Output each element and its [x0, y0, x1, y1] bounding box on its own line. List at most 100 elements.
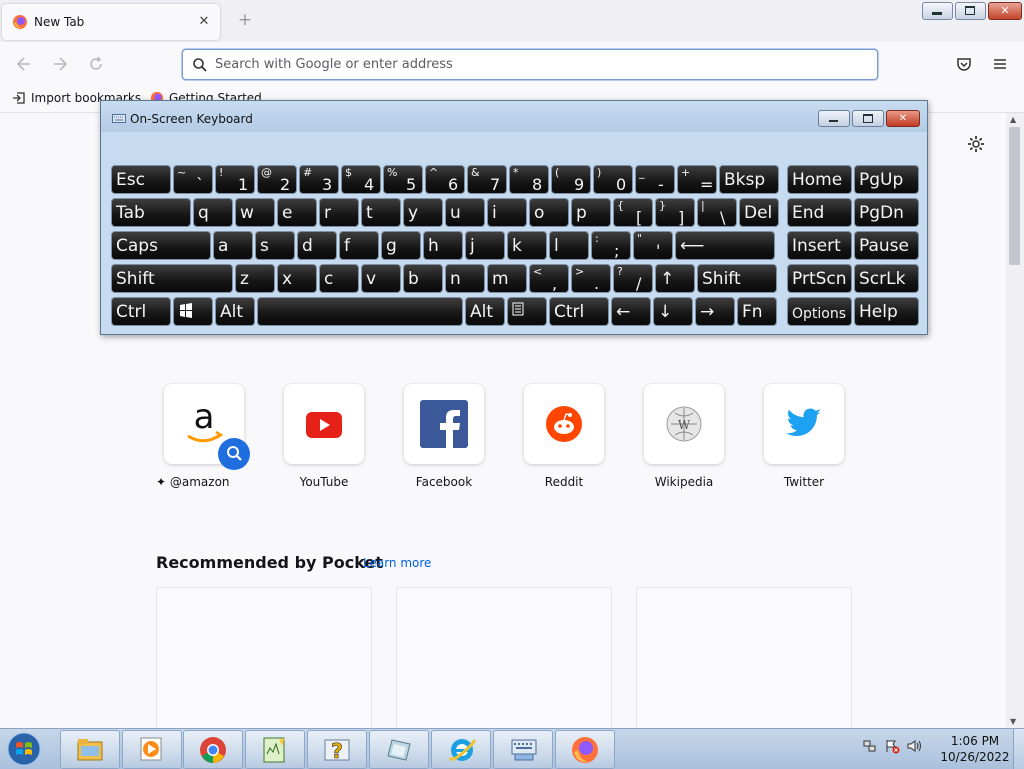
forward-arrow-icon[interactable] — [50, 54, 72, 76]
learn-more-link[interactable]: Learn more — [363, 556, 431, 570]
key-7[interactable]: & 7 — [467, 165, 507, 194]
start-button[interactable] — [4, 731, 48, 767]
amazon-tile[interactable]: a — [164, 384, 250, 470]
key-Help[interactable]: Help — [854, 297, 919, 326]
key-'[interactable]: " ' — [633, 231, 673, 260]
key-o[interactable]: o — [529, 198, 569, 227]
tab-new-tab[interactable]: New Tab ✕ — [2, 4, 220, 40]
scrollbar-thumb[interactable] — [1009, 127, 1020, 265]
key-c[interactable]: c — [319, 264, 359, 293]
taskbar-button-ie[interactable] — [431, 730, 491, 769]
key-/[interactable]: ? / — [613, 264, 653, 293]
osk-close-button[interactable]: ✕ — [886, 110, 920, 127]
key-Alt[interactable]: Alt — [465, 297, 505, 326]
pocket-card[interactable] — [396, 587, 612, 728]
key-p[interactable]: p — [571, 198, 611, 227]
key-,[interactable]: <, — [529, 264, 569, 293]
key-j[interactable]: j — [465, 231, 505, 260]
space-key[interactable] — [257, 297, 463, 326]
key-Fn[interactable]: Fn — [737, 297, 777, 326]
key-Home[interactable]: Home — [787, 165, 852, 194]
key-h[interactable]: h — [423, 231, 463, 260]
show-desktop-button[interactable] — [1013, 729, 1024, 769]
key-Pause[interactable]: Pause — [854, 231, 919, 260]
reload-icon[interactable] — [86, 54, 108, 76]
key-Bksp[interactable]: Bksp — [719, 165, 779, 194]
key--[interactable]: _ - — [635, 165, 675, 194]
key-Alt[interactable]: Alt — [215, 297, 255, 326]
key-5[interactable]: % 5 — [383, 165, 423, 194]
restore-button[interactable] — [955, 2, 986, 20]
facebook-tile[interactable] — [404, 384, 484, 464]
key-q[interactable]: q — [193, 198, 233, 227]
key-8[interactable]: * 8 — [509, 165, 549, 194]
key-][interactable]: }] — [655, 198, 695, 227]
key-\[interactable]: | \ — [697, 198, 737, 227]
key-n[interactable]: n — [445, 264, 485, 293]
taskbar-button-osk[interactable] — [493, 730, 553, 769]
key-x[interactable]: x — [277, 264, 317, 293]
pocket-icon[interactable] — [954, 54, 976, 76]
new-tab-button[interactable]: + — [234, 9, 256, 31]
key-9[interactable]: (9 — [551, 165, 591, 194]
scroll-down-icon[interactable]: ▼ — [1010, 717, 1016, 726]
key-a[interactable]: a — [213, 231, 253, 260]
key-ScrLk[interactable]: ScrLk — [854, 264, 919, 293]
key-.[interactable]: >. — [571, 264, 611, 293]
osk-title-bar[interactable]: On-Screen Keyboard ✕ — [101, 101, 927, 132]
gear-icon[interactable] — [966, 134, 986, 154]
key-y[interactable]: y — [403, 198, 443, 227]
key-;[interactable]: :; — [591, 231, 631, 260]
key-[[interactable]: {[ — [613, 198, 653, 227]
key-3[interactable]: #3 — [299, 165, 339, 194]
key-⟵[interactable]: ⟵ — [675, 231, 775, 260]
key-g[interactable]: g — [381, 231, 421, 260]
key-Del[interactable]: Del — [739, 198, 779, 227]
taskbar-button-chrome[interactable] — [183, 730, 243, 769]
top-site-reddit[interactable]: Reddit — [524, 384, 604, 489]
key-s[interactable]: s — [255, 231, 295, 260]
key-Ctrl[interactable]: Ctrl — [111, 297, 171, 326]
top-site-youtube[interactable]: YouTube — [284, 384, 364, 489]
key-PrtScn[interactable]: PrtScn — [787, 264, 852, 293]
key-d[interactable]: d — [297, 231, 337, 260]
key-k[interactable]: k — [507, 231, 547, 260]
pocket-card[interactable] — [156, 587, 372, 728]
minimize-button[interactable] — [922, 2, 953, 20]
key-→[interactable]: → — [695, 297, 735, 326]
key-6[interactable]: ^ 6 — [425, 165, 465, 194]
system-clock[interactable]: 1:06 PM 10/26/2022 — [940, 733, 1010, 765]
key-Tab[interactable]: Tab — [111, 198, 191, 227]
key-t[interactable]: t — [361, 198, 401, 227]
key-m[interactable]: m — [487, 264, 527, 293]
key-l[interactable]: l — [549, 231, 589, 260]
key-Shift[interactable]: Shift — [697, 264, 777, 293]
key-End[interactable]: End — [787, 198, 852, 227]
key-4[interactable]: $4 — [341, 165, 381, 194]
wikipedia-tile[interactable]: W — [644, 384, 724, 464]
taskbar-button-tablet[interactable] — [369, 730, 429, 769]
taskbar-button-firefox[interactable] — [555, 730, 615, 769]
taskbar-button-help[interactable]: ? — [307, 730, 367, 769]
menu-key[interactable] — [507, 297, 547, 326]
tab-close-icon[interactable]: ✕ — [194, 12, 214, 32]
key-PgUp[interactable]: PgUp — [854, 165, 919, 194]
key-r[interactable]: r — [319, 198, 359, 227]
taskbar-button-notepad[interactable] — [245, 730, 305, 769]
top-site-wikipedia[interactable]: W Wikipedia — [644, 384, 724, 489]
key-u[interactable]: u — [445, 198, 485, 227]
pocket-card[interactable] — [636, 587, 852, 728]
key-0[interactable]: ) 0 — [593, 165, 633, 194]
key-PgDn[interactable]: PgDn — [854, 198, 919, 227]
top-site-twitter[interactable]: Twitter — [764, 384, 844, 489]
key-e[interactable]: e — [277, 198, 317, 227]
key-w[interactable]: w — [235, 198, 275, 227]
key-Options[interactable]: Options — [787, 297, 852, 326]
top-site-amazon[interactable]: a ✦ @amazon — [156, 384, 250, 489]
reddit-tile[interactable] — [524, 384, 604, 464]
key-↑[interactable]: ↑ — [655, 264, 695, 293]
menu-icon[interactable] — [990, 54, 1012, 76]
key-Esc[interactable]: Esc — [111, 165, 171, 194]
key-2[interactable]: @2 — [257, 165, 297, 194]
taskbar-button-explorer[interactable] — [60, 730, 120, 769]
